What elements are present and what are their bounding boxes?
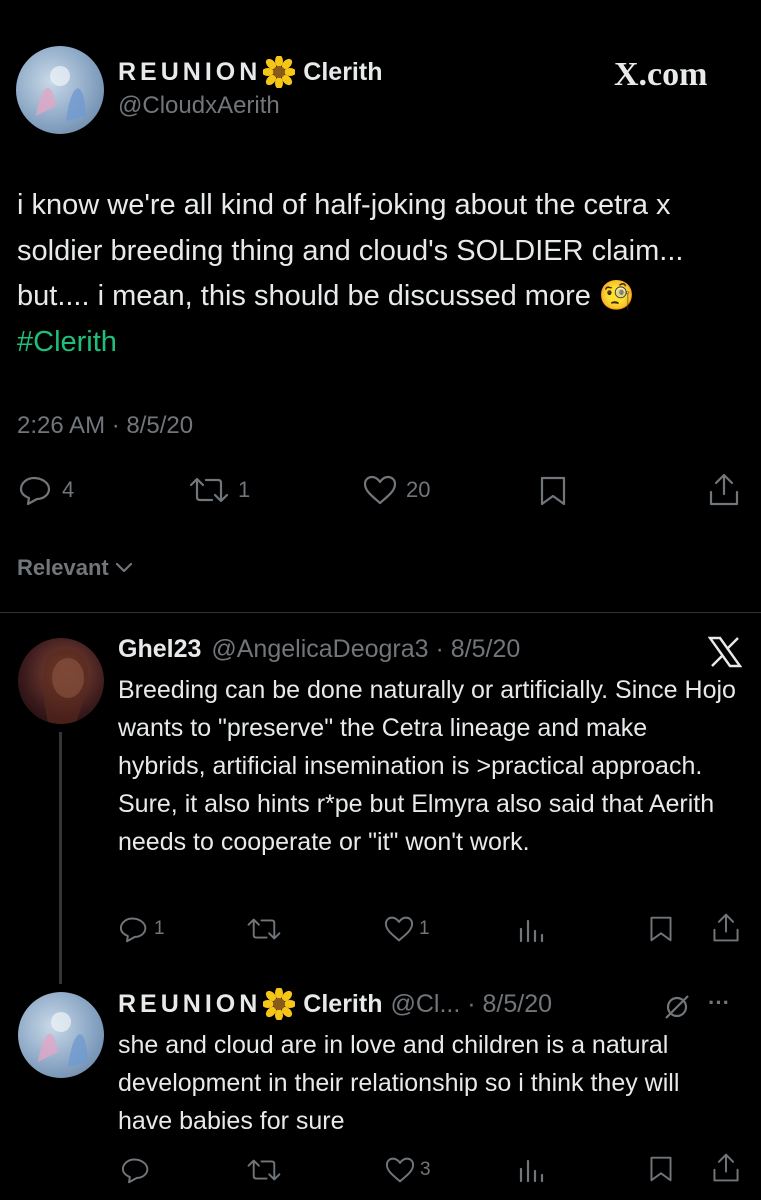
bookmark-button[interactable] [648, 1154, 674, 1184]
reply-avatar[interactable] [18, 992, 104, 1078]
sort-dropdown[interactable]: Relevant [17, 555, 135, 581]
like-button[interactable]: 3 [384, 1156, 431, 1184]
bar-chart-icon [519, 1159, 544, 1183]
avatar-art-icon [36, 66, 86, 121]
reply-icon [19, 476, 51, 506]
reply-button[interactable] [120, 1156, 156, 1184]
share-button[interactable] [706, 472, 742, 508]
main-handle[interactable]: @CloudxAerith [118, 92, 280, 120]
reply-handle-date[interactable]: @AngelicaDeogra3 · 8/5/20 [211, 635, 520, 664]
bookmark-icon [650, 916, 672, 942]
share-button[interactable] [710, 1152, 742, 1184]
views-button[interactable] [516, 1155, 546, 1185]
reply-header: REUNION Clerith @Cl... · 8/5/20 [118, 988, 552, 1020]
x-logo-icon [708, 636, 742, 668]
share-icon [713, 913, 739, 942]
bookmark-icon [650, 1156, 672, 1182]
sunflower-icon [263, 988, 296, 1020]
reply-icon [119, 917, 147, 943]
like-button[interactable]: 20 [362, 474, 430, 506]
reply-header: Ghel23 @AngelicaDeogra3 · 8/5/20 [118, 635, 520, 664]
share-button[interactable] [710, 912, 742, 944]
retweet-icon [247, 918, 281, 940]
bookmark-button[interactable] [648, 914, 674, 944]
grok-icon[interactable] [662, 992, 692, 1022]
main-timestamp[interactable]: 2:26 AM · 8/5/20 [17, 412, 193, 440]
more-options-button[interactable]: ··· [708, 990, 730, 1016]
face-with-monocle-icon: 🧐 [598, 280, 636, 312]
retweet-icon [247, 1159, 281, 1181]
reply-button[interactable]: 1 [118, 915, 165, 943]
share-icon [713, 1153, 739, 1182]
retweet-button[interactable]: 1 [188, 474, 250, 506]
avatar-art-icon [42, 649, 89, 724]
reply-text: Breeding can be done naturally or artifi… [118, 676, 736, 856]
reply-display-name[interactable]: Ghel23 [118, 635, 201, 664]
x-brand-logo: X.com [614, 56, 708, 93]
retweet-button[interactable] [246, 915, 286, 943]
reply-text: she and cloud are in love and children i… [118, 1031, 680, 1135]
hashtag-link[interactable]: #Clerith [17, 326, 117, 358]
reply-icon [121, 1158, 149, 1184]
reply-handle-date[interactable]: @Cl... · 8/5/20 [390, 990, 552, 1019]
reply-avatar[interactable] [18, 638, 104, 724]
bookmark-icon [540, 476, 566, 506]
heart-icon [384, 916, 414, 942]
bar-chart-icon [519, 919, 544, 943]
divider [0, 612, 761, 613]
retweet-button[interactable] [246, 1156, 286, 1184]
reply-button[interactable]: 4 [18, 474, 74, 506]
thread-line [59, 732, 62, 984]
heart-icon [363, 475, 397, 505]
main-tweet-text: i know we're all kind of half-joking abo… [17, 189, 684, 358]
like-button[interactable]: 1 [383, 915, 430, 943]
main-display-name[interactable]: REUNION Clerith [118, 56, 382, 88]
avatar-art-icon [38, 1012, 88, 1067]
views-button[interactable] [516, 915, 546, 945]
retweet-icon [189, 477, 229, 503]
chevron-down-icon [115, 562, 132, 573]
share-icon [709, 473, 739, 506]
bookmark-button[interactable] [538, 474, 568, 508]
reply-display-name[interactable]: REUNION Clerith [118, 988, 382, 1020]
heart-icon [385, 1157, 415, 1183]
sunflower-icon [263, 56, 296, 88]
main-avatar[interactable] [16, 46, 104, 134]
